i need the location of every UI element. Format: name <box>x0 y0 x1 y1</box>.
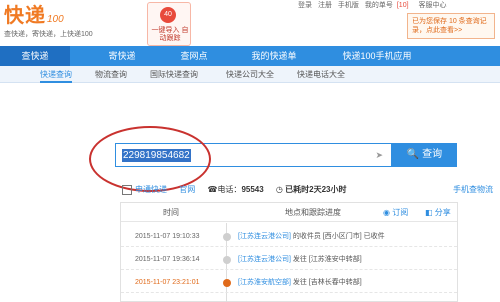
search-icon: 🔍 <box>406 149 420 160</box>
support-link[interactable]: 客服中心 <box>419 2 447 9</box>
row-location-link[interactable]: [江苏淮安航空部] <box>238 279 291 286</box>
my-orders-label: 我的单号 <box>364 2 393 9</box>
company-logo-icon <box>122 184 132 195</box>
tracking-table: 时间 地点和跟踪进度 ◉ 订阅 ◧ 分享 2015-11-07 19:10:33… <box>120 202 458 302</box>
phone-number: 95543 <box>241 185 264 194</box>
locate-icon[interactable]: ➤ <box>375 150 383 161</box>
share-label: 分享 <box>434 208 451 217</box>
main-nav: 查快递 寄快递 查网点 我的快递单 快递100手机应用 <box>0 46 500 66</box>
col-time: 时间 <box>163 208 179 217</box>
nav-item-mobile-app[interactable]: 快递100手机应用 <box>322 46 432 66</box>
row-detail: [江苏淮安航空部] 发往 [吉林长春中转部] <box>238 273 362 293</box>
subnav-item-phones[interactable]: 快递电话大全 <box>297 66 345 83</box>
row-detail: [江苏连云港公司] 的收件员 [西小区门市] 已收件 <box>238 227 385 247</box>
subnav-item-express[interactable]: 快递查询 <box>40 66 72 83</box>
row-time: 2015-11-07 19:36:14 <box>135 256 200 263</box>
saved-records-notice[interactable]: 已为您保存 10 条查询记录，点此查看>> <box>407 13 495 39</box>
rss-icon: ◉ <box>383 208 390 217</box>
row-time: 2015-11-07 23:21:01 <box>135 279 200 286</box>
login-link[interactable]: 登录 <box>298 2 312 9</box>
register-link[interactable]: 注册 <box>318 2 332 9</box>
subnav-item-companies[interactable]: 快递公司大全 <box>226 66 274 83</box>
mobile-link[interactable]: 手机版 <box>338 2 359 9</box>
share-icon: ◧ <box>425 208 433 217</box>
subnav-item-international[interactable]: 国际快递查询 <box>150 66 198 83</box>
nav-item-query[interactable]: 查快递 <box>0 46 70 66</box>
company-name[interactable]: 申通快递 <box>135 185 167 194</box>
page: 快递100 查快递，寄快递，上快递100 40 一键导入 自动跟踪 登录 注册 … <box>0 0 500 302</box>
my-orders-link[interactable]: 我的单号 [10] <box>365 2 413 9</box>
row-location-link[interactable]: [江苏连云港公司] <box>238 233 291 240</box>
row-detail: [江苏连云港公司] 发往 [江苏淮安中转部] <box>238 250 362 270</box>
share-button[interactable]: ◧ 分享 <box>425 203 451 222</box>
promo-text: 一键导入 自动跟踪 <box>151 27 189 42</box>
nav-item-my-orders[interactable]: 我的快递单 <box>238 46 310 66</box>
logo-slogan: 查快递，寄快递，上快递100 <box>4 31 93 38</box>
table-row: 2015-11-07 19:36:14 [江苏连云港公司] 发往 [江苏淮安中转… <box>121 250 457 270</box>
row-time: 2015-11-07 19:10:33 <box>135 233 200 240</box>
table-row: 2015-11-07 19:10:33 [江苏连云港公司] 的收件员 [西小区门… <box>121 227 457 247</box>
my-orders-count: [10] <box>396 2 409 9</box>
top-links: 登录 注册 手机版 我的单号 [10] 客服中心 <box>298 0 451 10</box>
company-info: 申通快递 官网 ☎电话：95543 ◷ 已耗时2天23小时 手机查物流 <box>122 183 497 197</box>
row-detail-text: 发往 [江苏淮安中转部] <box>290 256 362 263</box>
row-detail-text: 的收件员 [西小区门市] 已收件 <box>290 233 385 240</box>
row-detail-text: 发往 [吉林长春中转部] <box>290 279 362 286</box>
subscribe-label: 订阅 <box>392 208 409 217</box>
company-site-link[interactable]: 官网 <box>179 185 195 194</box>
timeline-dot <box>223 256 231 264</box>
elapsed-time: 已耗时2天23小时 <box>285 185 347 194</box>
clock-icon: ◷ <box>275 185 283 194</box>
sub-nav: 快递查询 物流查询 国际快递查询 快递公司大全 快递电话大全 <box>0 66 500 83</box>
header: 快递100 查快递，寄快递，上快递100 40 一键导入 自动跟踪 登录 注册 … <box>0 0 500 46</box>
table-row: 2015-11-07 23:21:01 [江苏淮安航空部] 发往 [吉林长春中转… <box>121 273 457 293</box>
phone-label: 电话： <box>217 185 242 194</box>
mobile-track-link[interactable]: 手机查物流 <box>453 183 493 197</box>
phone-icon: ☎ <box>207 185 218 194</box>
row-location-link[interactable]: [江苏连云港公司] <box>238 256 291 263</box>
timeline-dot <box>223 279 231 287</box>
logo-badge: 100 <box>47 14 64 25</box>
search-button-label: 查询 <box>422 149 443 160</box>
promo-badge: 40 <box>160 7 176 23</box>
import-tracking-promo[interactable]: 40 一键导入 自动跟踪 <box>147 2 191 46</box>
logo[interactable]: 快递100 查快递，寄快递，上快递100 <box>4 6 93 39</box>
nav-item-send[interactable]: 寄快递 <box>92 46 152 66</box>
col-location: 地点和跟踪进度 <box>285 208 341 217</box>
search-button[interactable]: 🔍 查询 <box>392 143 457 167</box>
timeline-dot <box>223 233 231 241</box>
table-header: 时间 地点和跟踪进度 ◉ 订阅 ◧ 分享 <box>121 203 457 222</box>
subscribe-button[interactable]: ◉ 订阅 <box>383 203 408 222</box>
logo-text: 快递 <box>4 5 46 27</box>
subnav-item-logistics[interactable]: 物流查询 <box>95 66 127 83</box>
nav-item-outlets[interactable]: 查网点 <box>164 46 224 66</box>
